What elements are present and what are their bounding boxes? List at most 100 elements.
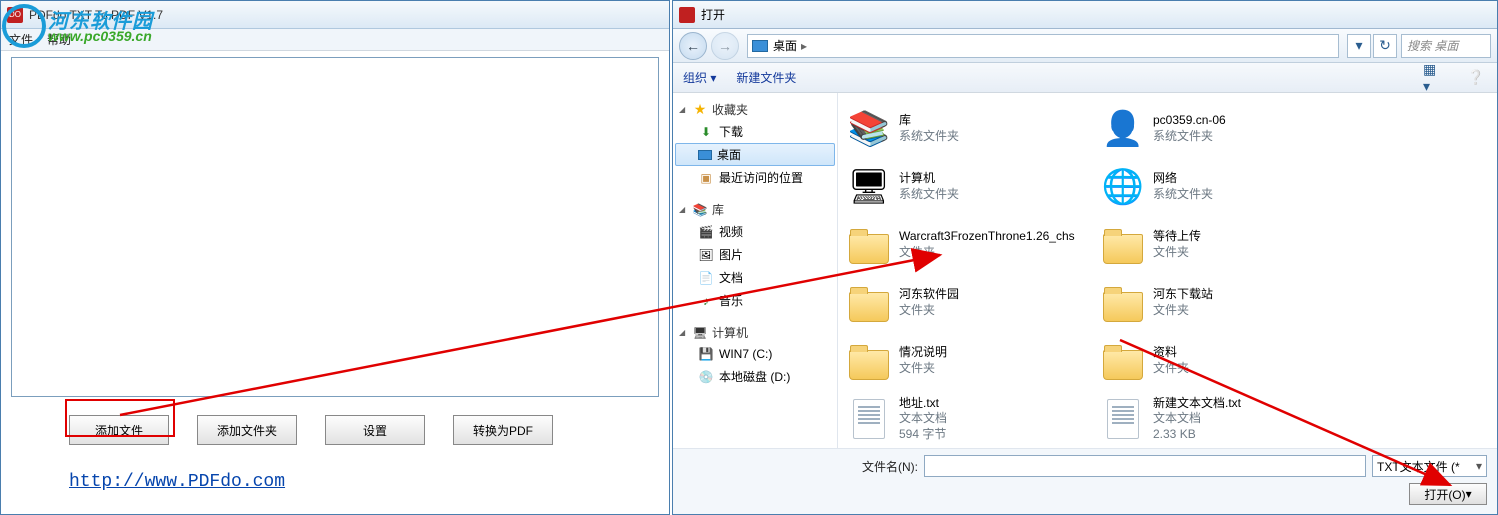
file-item[interactable]: 情况说明文件夹 [842, 333, 1090, 389]
music-icon: ♪ [698, 293, 714, 309]
dialog-titlebar[interactable]: 打开 [673, 1, 1497, 29]
dropdown-button[interactable]: ▾ [1347, 34, 1371, 58]
filename-input[interactable] [924, 455, 1366, 477]
file-type-label: 系统文件夹 [899, 187, 959, 203]
help-button[interactable]: ❔ [1465, 69, 1487, 87]
file-type-label: 系统文件夹 [899, 129, 959, 145]
navigation-pane: ◢★收藏夹 ⬇下载 桌面 ▣最近访问的位置 ◢📚库 🎬视频 🖼图片 📄文档 ♪音… [673, 93, 838, 448]
file-name: 情况说明 [899, 345, 947, 361]
refresh-button[interactable]: ↻ [1373, 34, 1397, 58]
file-item[interactable]: 等待上传文件夹 [1096, 217, 1344, 273]
file-type-label: 文件夹 [1153, 361, 1189, 377]
file-name: 计算机 [899, 171, 959, 187]
star-icon: ★ [692, 102, 708, 118]
file-type-label: 文件夹 [1153, 303, 1213, 319]
add-file-button[interactable]: 添加文件 [69, 415, 169, 445]
nav-recent[interactable]: ▣最近访问的位置 [675, 166, 835, 189]
folder-icon [1099, 279, 1147, 327]
breadcrumb-separator-icon: ▸ [801, 39, 807, 53]
back-button[interactable]: ← [679, 32, 707, 60]
folder-icon [1099, 221, 1147, 269]
file-listbox[interactable] [11, 57, 659, 397]
dialog-navbar: ← → 桌面 ▸ ▾ ↻ 搜索 桌面 [673, 29, 1497, 63]
favorites-header[interactable]: ◢★收藏夹 [675, 99, 835, 120]
back-arrow-icon: ← [686, 38, 700, 54]
file-item[interactable]: 🖥 计算机系统文件夹 [842, 159, 1090, 215]
recent-icon: ▣ [698, 170, 714, 186]
file-name: 网络 [1153, 171, 1213, 187]
dialog-footer: 文件名(N): TXT文本文件 (* 打开(O) ▾ [673, 448, 1497, 514]
file-size-label: 2.33 KB [1153, 427, 1241, 443]
collapse-icon: ◢ [679, 205, 690, 214]
folder-icon [845, 337, 893, 385]
app-menubar: 文件 帮助 [1, 29, 669, 51]
file-item[interactable]: Warcraft3FrozenThrone1.26_chs文件夹 [842, 217, 1090, 273]
pdfdo-link[interactable]: http://www.PDFdo.com [69, 472, 285, 492]
nav-pictures[interactable]: 🖼图片 [675, 243, 835, 266]
app-icon: DO [7, 7, 23, 23]
folder-icon [845, 279, 893, 327]
new-folder-button[interactable]: 新建文件夹 [736, 69, 796, 86]
nav-videos[interactable]: 🎬视频 [675, 220, 835, 243]
dialog-icon [679, 7, 695, 23]
file-name: pc0359.cn-06 [1153, 113, 1226, 129]
breadcrumb-desktop[interactable]: 桌面 [773, 37, 797, 54]
desktop-icon [698, 150, 712, 160]
settings-button[interactable]: 设置 [325, 415, 425, 445]
open-button[interactable]: 打开(O) ▾ [1409, 483, 1487, 505]
libraries-header[interactable]: ◢📚库 [675, 199, 835, 220]
file-name: 河东软件园 [899, 287, 959, 303]
file-type-label: 文件夹 [1153, 245, 1201, 261]
nav-drive-c[interactable]: 💾WIN7 (C:) [675, 343, 835, 365]
file-item[interactable]: 河东下载站文件夹 [1096, 275, 1344, 331]
download-icon: ⬇ [698, 124, 714, 140]
file-item[interactable]: 新建文本文档.txt文本文档2.33 KB [1096, 391, 1344, 447]
net-icon: 🌐 [1099, 163, 1147, 211]
dialog-toolbar: 组织 ▾ 新建文件夹 ▦ ▾ ❔ [673, 63, 1497, 93]
forward-arrow-icon: → [718, 38, 732, 54]
nav-desktop[interactable]: 桌面 [675, 143, 835, 166]
filename-label: 文件名(N): [862, 458, 918, 475]
file-open-dialog: 打开 ← → 桌面 ▸ ▾ ↻ 搜索 桌面 组织 ▾ 新建文件夹 ▦ ▾ ❔ ◢… [672, 0, 1498, 515]
desktop-icon [752, 40, 768, 52]
file-name: 等待上传 [1153, 229, 1201, 245]
add-folder-button[interactable]: 添加文件夹 [197, 415, 297, 445]
organize-button[interactable]: 组织 ▾ [683, 69, 716, 86]
file-item[interactable]: 河东软件园文件夹 [842, 275, 1090, 331]
file-item[interactable]: 资料文件夹 [1096, 333, 1344, 389]
file-type-label: 系统文件夹 [1153, 187, 1213, 203]
address-bar[interactable]: 桌面 ▸ [747, 34, 1339, 58]
app-title: PDFdo TXT To PDF V1.7 [29, 8, 163, 22]
file-type-label: 文本文档 [1153, 411, 1241, 427]
view-button[interactable]: ▦ ▾ [1423, 69, 1445, 87]
pc-icon: 🖥 [845, 163, 893, 211]
filetype-combo[interactable]: TXT文本文件 (* [1372, 455, 1487, 477]
search-input[interactable]: 搜索 桌面 [1401, 34, 1491, 58]
nav-drive-d[interactable]: 💿本地磁盘 (D:) [675, 365, 835, 388]
convert-button[interactable]: 转换为PDF [453, 415, 553, 445]
folder-icon [1099, 337, 1147, 385]
collapse-icon: ◢ [679, 328, 690, 337]
computer-header[interactable]: ◢🖥计算机 [675, 322, 835, 343]
nav-documents[interactable]: 📄文档 [675, 266, 835, 289]
dialog-title: 打开 [701, 6, 725, 23]
file-name: 地址.txt [899, 396, 947, 412]
menu-help[interactable]: 帮助 [47, 31, 71, 48]
menu-file[interactable]: 文件 [9, 31, 33, 48]
drive-icon: 💿 [698, 369, 714, 385]
file-item[interactable]: 地址.txt文本文档594 字节 [842, 391, 1090, 447]
nav-downloads[interactable]: ⬇下载 [675, 120, 835, 143]
library-icon: 📚 [692, 202, 708, 218]
file-item[interactable]: 🌐 网络系统文件夹 [1096, 159, 1344, 215]
nav-music[interactable]: ♪音乐 [675, 289, 835, 312]
file-type-label: 文件夹 [899, 361, 947, 377]
file-list-pane[interactable]: 📚库系统文件夹👤pc0359.cn-06系统文件夹🖥计算机系统文件夹🌐网络系统文… [838, 93, 1497, 448]
drive-icon: 💾 [698, 346, 714, 362]
file-item[interactable]: 👤pc0359.cn-06系统文件夹 [1096, 101, 1344, 157]
button-row: 添加文件 添加文件夹 设置 转换为PDF [1, 403, 669, 449]
file-item[interactable]: 📚库系统文件夹 [842, 101, 1090, 157]
app-titlebar[interactable]: DO PDFdo TXT To PDF V1.7 [1, 1, 669, 29]
picture-icon: 🖼 [698, 247, 714, 263]
file-name: 河东下载站 [1153, 287, 1213, 303]
forward-button[interactable]: → [711, 32, 739, 60]
